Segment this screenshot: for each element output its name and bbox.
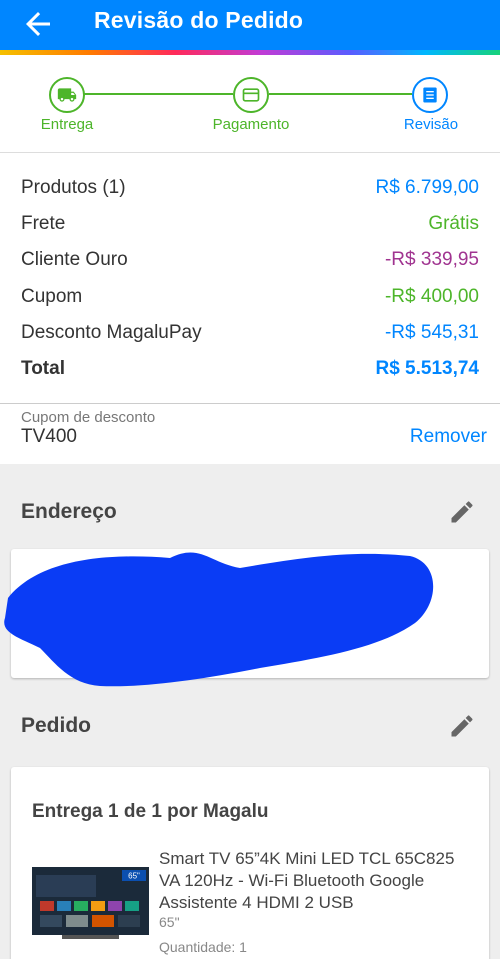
arrow-left-icon[interactable] [20, 6, 56, 42]
summary-row-total: Total R$ 5.513,74 [21, 354, 479, 384]
step-pagamento [233, 77, 269, 113]
pencil-icon[interactable] [448, 712, 476, 740]
step-connector [269, 93, 412, 95]
summary-total-value: R$ 5.513,74 [375, 358, 479, 379]
redaction-scribble [4, 552, 434, 687]
product-thumbnail[interactable]: 65" [32, 867, 149, 941]
coupon-code[interactable]: TV400 [21, 426, 77, 448]
truck-icon [57, 88, 77, 102]
summary-row-cliente-ouro: Cliente Ouro -R$ 339,95 [21, 245, 479, 275]
step-entrega [49, 77, 85, 113]
order-card: Entrega 1 de 1 por Magalu 65" Smart TV 6… [11, 767, 489, 959]
summary-label: Desconto MagaluPay [21, 322, 202, 343]
remove-coupon-button[interactable]: Remover [410, 426, 487, 448]
address-section-title: Endereço [21, 500, 117, 523]
pencil-icon[interactable] [448, 498, 476, 526]
checkout-stepper: Entrega Pagamento Revisão [0, 55, 500, 153]
summary-value: -R$ 545,31 [384, 322, 479, 343]
summary-row-magalupay: Desconto MagaluPay -R$ 545,31 [21, 318, 479, 348]
page-title: Revisão do Pedido [94, 7, 304, 33]
summary-label: Frete [21, 213, 66, 234]
summary-value: -R$ 339,95 [384, 249, 479, 270]
card-icon [242, 88, 260, 102]
product-name[interactable]: Smart TV 65”4K Mini LED TCL 65C825 VA 12… [159, 848, 479, 914]
summary-value: -R$ 400,00 [384, 286, 479, 307]
step-connector [84, 93, 233, 95]
summary-row-produtos: Produtos (1) R$ 6.799,00 [21, 173, 479, 203]
coupon-field[interactable]: Cupom de desconto TV400 Remover [0, 403, 500, 464]
summary-label: Produtos (1) [21, 177, 126, 198]
summary-value: Grátis [428, 213, 479, 234]
step-label-revisao: Revisão [403, 116, 459, 133]
delivery-title: Entrega 1 de 1 por Magalu [32, 801, 269, 822]
step-label-entrega: Entrega [40, 116, 94, 133]
summary-row-cupom: Cupom -R$ 400,00 [21, 282, 479, 312]
summary-row-frete: Frete Grátis [21, 209, 479, 239]
order-section-title: Pedido [21, 714, 92, 737]
app-bar: Revisão do Pedido [0, 0, 500, 50]
list-icon [423, 87, 437, 103]
coupon-placeholder: Cupom de desconto [21, 409, 156, 426]
summary-label: Cliente Ouro [21, 249, 128, 270]
summary-label: Cupom [21, 286, 83, 307]
summary-value: R$ 6.799,00 [375, 177, 479, 198]
step-label-pagamento: Pagamento [212, 116, 290, 133]
step-revisao [412, 77, 448, 113]
summary-label: Total [21, 358, 65, 379]
tv-size-badge: 65" [128, 872, 140, 881]
product-size: 65" [159, 914, 180, 930]
order-summary: Produtos (1) R$ 6.799,00 Frete Grátis Cl… [0, 153, 500, 403]
product-quantity: Quantidade: 1 [159, 939, 247, 955]
